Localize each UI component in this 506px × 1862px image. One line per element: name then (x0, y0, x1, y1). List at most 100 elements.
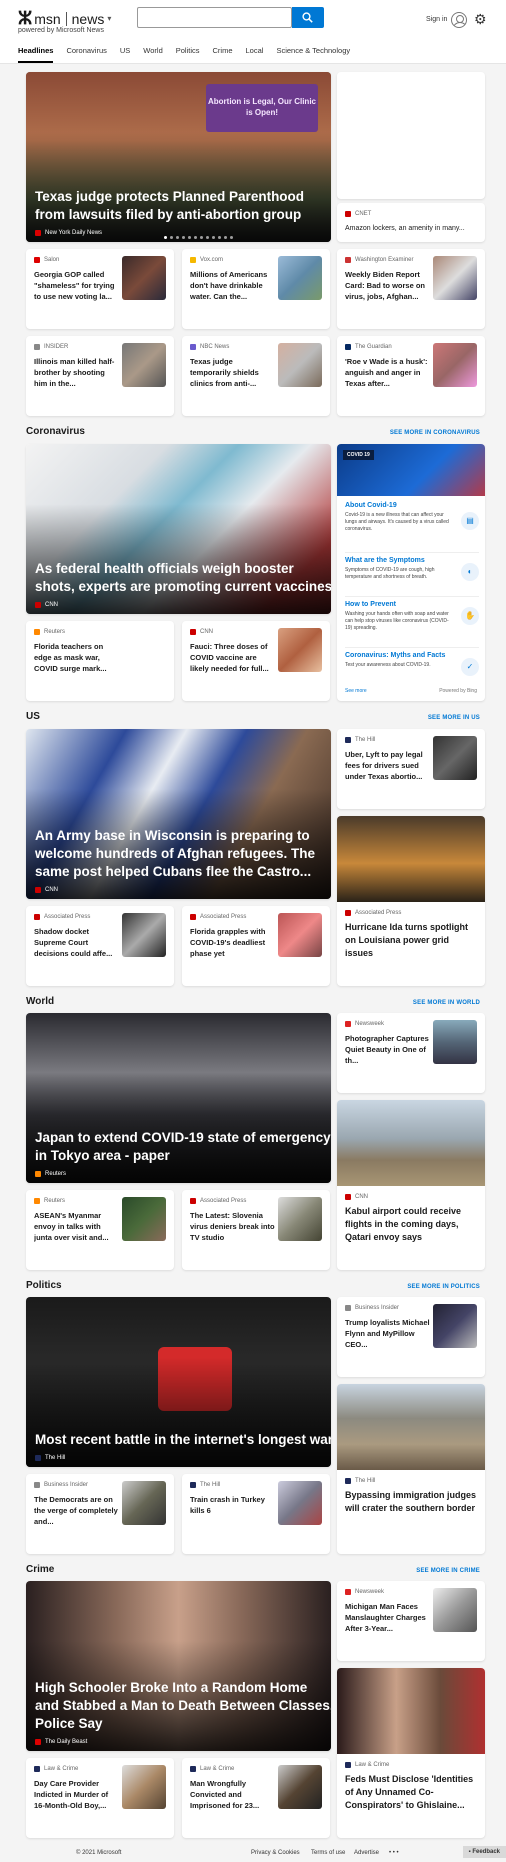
covid-item-about[interactable]: About Covid-19 Covid-19 is a new illness… (345, 502, 479, 533)
covid-item-symptoms[interactable]: What are the Symptoms Symptoms of COVID-… (345, 552, 479, 581)
nav-politics[interactable]: Politics (176, 46, 200, 58)
news-card[interactable]: Associated Press Florida grapples with C… (182, 906, 330, 986)
advertise-link[interactable]: Advertise (354, 1850, 379, 1856)
card-title[interactable]: Photographer Captures Quiet Beauty in On… (345, 1033, 430, 1067)
more-icon[interactable]: • • • (389, 1850, 399, 1856)
covid-item-myths[interactable]: Coronavirus: Myths and Facts Test your a… (345, 647, 479, 676)
news-card[interactable]: Reuters Florida teachers on edge as mask… (26, 621, 174, 701)
hero-title[interactable]: An Army base in Wisconsin is preparing t… (35, 827, 331, 881)
card-title[interactable]: Day Care Provider Indicted in Murder of … (34, 1778, 119, 1812)
news-card[interactable]: Newsweek Michigan Man Faces Manslaughter… (337, 1581, 485, 1661)
covid-item-heading[interactable]: About Covid-19 (345, 502, 479, 509)
news-card[interactable]: Associated Press The Latest: Slovenia vi… (182, 1190, 330, 1270)
card-title[interactable]: Michigan Man Faces Manslaughter Charges … (345, 1601, 430, 1635)
covid-see-more-link[interactable]: See more (345, 688, 367, 694)
hero-title[interactable]: Japan to extend COVID-19 state of emerge… (35, 1129, 331, 1165)
card-title[interactable]: Georgia GOP called "shameless" for tryin… (34, 269, 119, 303)
hero-card[interactable]: As federal health officials weigh booste… (26, 444, 331, 614)
card-title[interactable]: Shadow docket Supreme Court decisions co… (34, 926, 119, 960)
card-title[interactable]: Hurricane Ida turns spotlight on Louisia… (345, 921, 477, 960)
hero-title[interactable]: Most recent battle in the internet's lon… (35, 1431, 331, 1449)
card-title[interactable]: Illinois man killed half-brother by shoo… (34, 356, 119, 390)
nav-local[interactable]: Local (246, 46, 264, 58)
privacy-link[interactable]: Privacy & Cookies (251, 1850, 300, 1856)
card-title[interactable]: Feds Must Disclose 'Identities of Any Un… (345, 1773, 477, 1812)
card-title[interactable]: Texas judge temporarily shields clinics … (190, 356, 275, 390)
avatar-icon[interactable] (451, 12, 467, 28)
news-card[interactable]: NBC News Texas judge temporarily shields… (182, 336, 330, 416)
card-title[interactable]: Florida teachers on edge as mask war, CO… (34, 641, 119, 675)
hero-card[interactable]: An Army base in Wisconsin is preparing t… (26, 729, 331, 899)
card-title[interactable]: Uber, Lyft to pay legal fees for drivers… (345, 749, 430, 783)
news-card[interactable]: Newsweek Photographer Captures Quiet Bea… (337, 1013, 485, 1093)
section-title-crime[interactable]: Crime (26, 1564, 54, 1575)
card-title[interactable]: Weekly Biden Report Card: Bad to worse o… (345, 269, 430, 303)
section-title-politics[interactable]: Politics (26, 1280, 62, 1291)
card-title[interactable]: Train crash in Turkey kills 6 (190, 1494, 275, 1528)
covid-item-prevent[interactable]: How to Prevent Washing your hands often … (345, 596, 479, 632)
sign-in-link[interactable]: Sign in (426, 16, 447, 23)
news-card[interactable]: Associated Press Shadow docket Supreme C… (26, 906, 174, 986)
image-card[interactable]: The Hill Bypassing immigration judges wi… (337, 1384, 485, 1554)
gear-icon[interactable]: ⚙ (474, 12, 487, 26)
news-card[interactable]: CNN Fauci: Three doses of COVID vaccine … (182, 621, 330, 701)
news-card[interactable]: Washington Examiner Weekly Biden Report … (337, 249, 485, 329)
nav-us[interactable]: US (120, 46, 130, 58)
see-more-politics[interactable]: SEE MORE IN POLITICS (407, 1284, 480, 1290)
nav-crime[interactable]: Crime (213, 46, 233, 58)
hero-title[interactable]: Texas judge protects Planned Parenthood … (35, 188, 331, 224)
news-card[interactable]: Salon Georgia GOP called "shameless" for… (26, 249, 174, 329)
msn-logo[interactable]: ⵣ msn news ▾ (18, 8, 111, 29)
card-title[interactable]: Amazon lockers, an amenity in many... (345, 225, 465, 232)
card-title[interactable]: Bypassing immigration judges will crater… (345, 1489, 477, 1515)
card-title[interactable]: The Latest: Slovenia virus deniers break… (190, 1210, 275, 1244)
side-card-cnet[interactable]: CNET Amazon lockers, an amenity in many.… (337, 203, 485, 242)
nav-world[interactable]: World (143, 46, 162, 58)
news-card[interactable]: Vox.com Millions of Americans don't have… (182, 249, 330, 329)
section-title-coronavirus[interactable]: Coronavirus (26, 426, 85, 437)
image-card[interactable]: Associated Press Hurricane Ida turns spo… (337, 816, 485, 986)
hero-card[interactable]: High Schooler Broke Into a Random Home a… (26, 1581, 331, 1751)
hero-title[interactable]: As federal health officials weigh booste… (35, 560, 331, 596)
covid-item-heading[interactable]: Coronavirus: Myths and Facts (345, 652, 479, 659)
nav-coronavirus[interactable]: Coronavirus (66, 46, 106, 58)
chevron-down-icon[interactable]: ▾ (107, 14, 111, 23)
card-title[interactable]: Florida grapples with COVID-19's deadlie… (190, 926, 275, 960)
see-more-world[interactable]: SEE MORE IN WORLD (413, 1000, 480, 1006)
image-card[interactable]: Law & Crime Feds Must Disclose 'Identiti… (337, 1668, 485, 1838)
terms-link[interactable]: Terms of use (311, 1850, 345, 1856)
card-title[interactable]: Man Wrongfully Convicted and Imprisoned … (190, 1778, 275, 1812)
carousel-dots[interactable] (164, 236, 236, 239)
card-title[interactable]: Millions of Americans don't have drinkab… (190, 269, 275, 303)
see-more-us[interactable]: SEE MORE IN US (428, 715, 480, 721)
logo-news-text[interactable]: news (72, 11, 105, 27)
see-more-crime[interactable]: SEE MORE IN CRIME (416, 1568, 480, 1574)
news-card[interactable]: INSIDER Illinois man killed half-brother… (26, 336, 174, 416)
search-input[interactable] (137, 7, 292, 28)
card-title[interactable]: 'Roe v Wade is a husk': anguish and ange… (345, 356, 430, 390)
hero-title[interactable]: High Schooler Broke Into a Random Home a… (35, 1679, 331, 1733)
image-card[interactable]: CNN Kabul airport could receive flights … (337, 1100, 485, 1270)
news-card[interactable]: The Guardian 'Roe v Wade is a husk': ang… (337, 336, 485, 416)
section-title-world[interactable]: World (26, 996, 54, 1007)
news-card[interactable]: The Hill Train crash in Turkey kills 6 (182, 1474, 330, 1554)
card-title[interactable]: Kabul airport could receive flights in t… (345, 1205, 477, 1244)
nav-science-technology[interactable]: Science & Technology (276, 46, 350, 58)
section-title-us[interactable]: US (26, 711, 40, 722)
card-title[interactable]: The Democrats are on the verge of comple… (34, 1494, 119, 1528)
card-title[interactable]: Trump loyalists Michael Flynn and MyPill… (345, 1317, 430, 1351)
hero-card[interactable]: Abortion is Legal, Our Clinic is Open! T… (26, 72, 331, 242)
feedback-button[interactable]: ▪ Feedback (462, 1846, 506, 1858)
news-card[interactable]: The Hill Uber, Lyft to pay legal fees fo… (337, 729, 485, 809)
covid-item-heading[interactable]: What are the Symptoms (345, 557, 479, 564)
news-card[interactable]: Law & Crime Man Wrongfully Convicted and… (182, 1758, 330, 1838)
news-card[interactable]: Business Insider Trump loyalists Michael… (337, 1297, 485, 1377)
search-button[interactable] (292, 7, 324, 28)
card-title[interactable]: Fauci: Three doses of COVID vaccine are … (190, 641, 275, 675)
news-card[interactable]: Business Insider The Democrats are on th… (26, 1474, 174, 1554)
hero-card[interactable]: Most recent battle in the internet's lon… (26, 1297, 331, 1467)
news-card[interactable]: Law & Crime Day Care Provider Indicted i… (26, 1758, 174, 1838)
nav-headlines[interactable]: Headlines (18, 46, 54, 63)
card-title[interactable]: ASEAN's Myanmar envoy in talks with junt… (34, 1210, 119, 1244)
hero-card[interactable]: Japan to extend COVID-19 state of emerge… (26, 1013, 331, 1183)
